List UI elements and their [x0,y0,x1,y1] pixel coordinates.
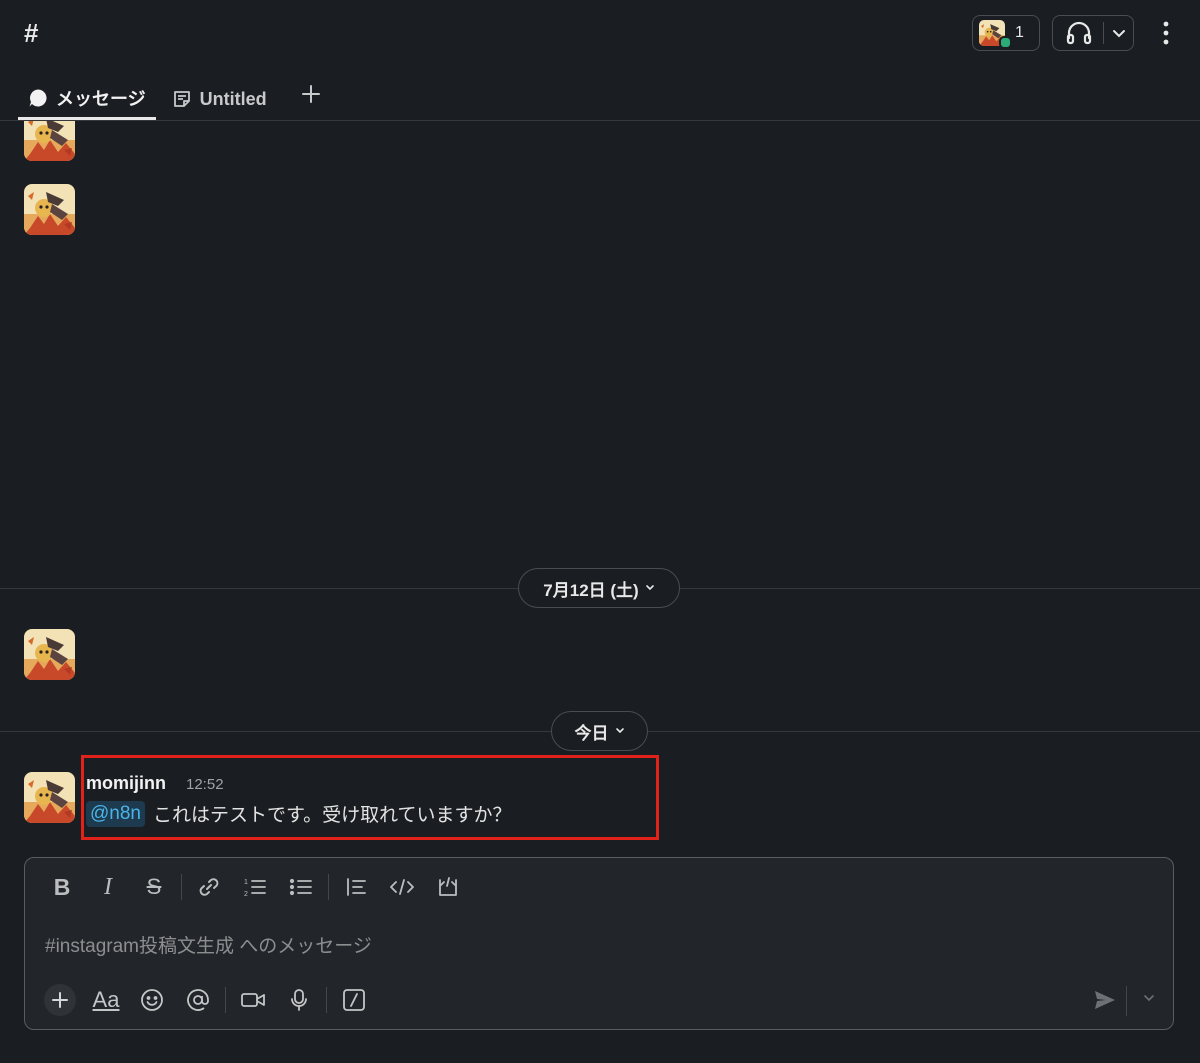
channel-header: # 1 メッセージ Untitled [0,0,1200,121]
bold-icon[interactable]: B [39,872,85,902]
plus-icon [301,85,321,108]
chevron-down-icon[interactable] [1143,994,1155,1002]
at-mention-icon[interactable] [175,984,221,1016]
microphone-icon[interactable] [276,984,322,1016]
canvas-doc-icon [172,89,192,109]
highlight-annotation [81,755,659,840]
add-tab-button[interactable] [301,84,321,109]
avatar[interactable] [24,772,75,823]
attach-button[interactable] [37,984,83,1016]
date-separator-button[interactable]: 今日 [551,711,648,751]
message-content: これはテストです。受け取れていますか？ [153,805,512,826]
message-composer[interactable]: B I S 12 #instagram投稿文生成 へのメッセージ Aa [24,857,1174,1030]
avatar[interactable] [24,629,75,680]
send-divider [1126,986,1127,1016]
link-icon[interactable] [186,872,232,902]
date-separator-button[interactable]: 7月12日 (土) [518,568,680,608]
member-count: 1 [1015,24,1024,41]
avatar[interactable] [24,184,75,235]
headphones-icon [1065,20,1093,46]
toolbar-divider [181,874,182,900]
strikethrough-icon[interactable]: S [131,872,177,902]
channel-tabs: メッセージ Untitled [18,78,321,120]
members-button[interactable]: 1 [972,15,1040,51]
online-status-dot [999,36,1012,49]
chevron-down-icon [615,727,625,735]
hash-icon: # [24,18,39,48]
svg-text:2: 2 [244,891,248,898]
user-mention[interactable]: @n8n [86,800,145,827]
blockquote-icon[interactable] [333,872,379,902]
message-author[interactable]: momijinn [86,773,166,794]
video-icon[interactable] [230,984,276,1016]
composer-actions: Aa [37,984,377,1016]
huddle-divider [1103,22,1104,44]
emoji-icon[interactable] [129,984,175,1016]
code-icon[interactable] [379,872,425,902]
tab-label: メッセージ [56,88,146,109]
message-input[interactable]: #instagram投稿文生成 へのメッセージ [45,931,372,958]
ordered-list-icon[interactable]: 12 [232,872,278,902]
format-label: Aa [92,987,120,1012]
text-format-button[interactable]: Aa [83,984,129,1016]
tab-untitled[interactable]: Untitled [162,78,277,120]
plus-icon [44,984,76,1016]
message-timestamp[interactable]: 12:52 [186,776,224,793]
chevron-down-icon [645,584,655,592]
chevron-down-icon[interactable] [1112,28,1126,38]
code-block-icon[interactable] [425,872,471,902]
date-label: 今日 [574,723,609,743]
date-label: 7月12日 (土) [543,580,639,600]
italic-icon[interactable]: I [85,872,131,902]
svg-text:1: 1 [244,879,248,886]
send-icon[interactable] [1093,989,1117,1011]
bulleted-list-icon[interactable] [278,872,324,902]
tab-messages[interactable]: メッセージ [18,78,156,120]
toolbar-divider [225,987,226,1013]
toolbar-divider [328,874,329,900]
message-text: @n8n これはテストです。受け取れていますか？ [86,800,512,827]
toolbar-divider [326,987,327,1013]
more-vertical-icon[interactable] [1156,18,1176,48]
message-bubble-icon [28,88,48,108]
formatting-toolbar: B I S 12 [39,872,471,902]
tab-label: Untitled [199,88,267,109]
huddle-button[interactable] [1052,15,1134,51]
slash-command-icon[interactable] [331,984,377,1016]
